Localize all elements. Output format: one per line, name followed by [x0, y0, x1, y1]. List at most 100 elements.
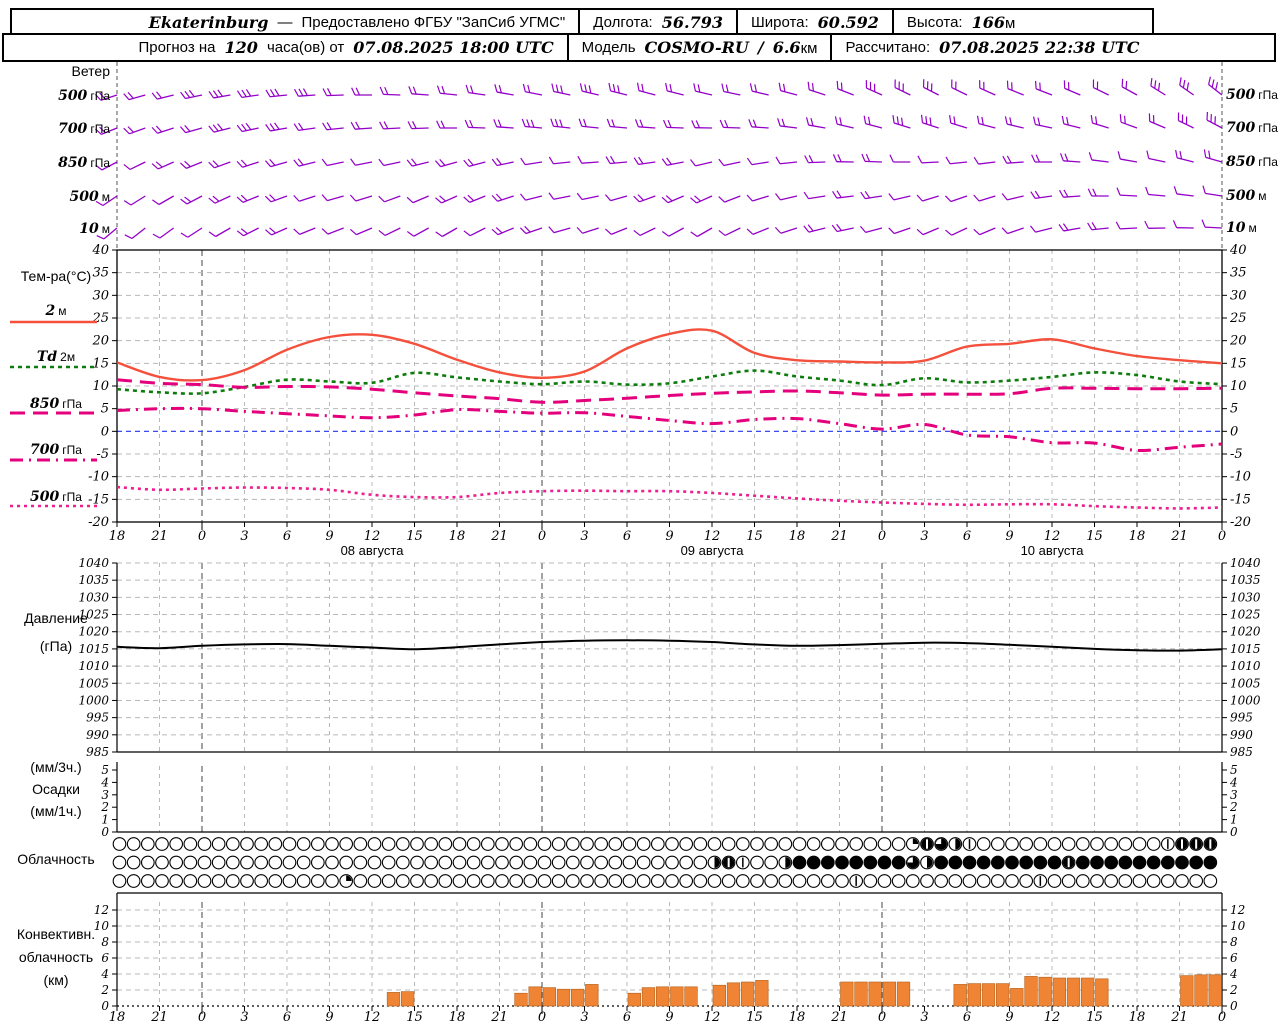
svg-text:18: 18: [789, 1010, 806, 1024]
convective-bar: [1194, 974, 1208, 1007]
svg-text:3: 3: [580, 1010, 588, 1024]
series-500 гПа: [116, 485, 1223, 510]
svg-text:3: 3: [920, 1010, 928, 1024]
svg-text:0: 0: [878, 1010, 886, 1024]
svg-text:-10: -10: [1230, 470, 1251, 485]
svg-text:1010: 1010: [78, 659, 109, 673]
svg-text:1025: 1025: [1230, 608, 1261, 622]
svg-text:12: 12: [1044, 529, 1061, 544]
wind-level-unit: гПа: [1258, 155, 1278, 169]
convective-bar: [514, 992, 528, 1007]
svg-text:6: 6: [1230, 951, 1238, 965]
wind-level-label-500hpa-right: 500 гПа: [1226, 87, 1280, 103]
svg-text:21: 21: [150, 529, 168, 544]
svg-text:08 августа: 08 августа: [341, 543, 405, 558]
svg-text:9: 9: [665, 1010, 673, 1024]
convective-panel-unit: (км): [43, 972, 69, 988]
svg-text:21: 21: [490, 529, 508, 544]
svg-text:10: 10: [1230, 919, 1246, 933]
wind-level-num: 10: [1226, 220, 1246, 236]
precip-panel-title: Осадки: [32, 781, 80, 797]
svg-text:6: 6: [963, 1010, 971, 1024]
svg-text:0: 0: [1230, 999, 1238, 1013]
model-res-wrap: 6.6 км: [773, 38, 818, 57]
svg-text:6: 6: [623, 529, 631, 544]
svg-text:1035: 1035: [78, 573, 109, 587]
svg-text:0: 0: [1218, 529, 1226, 544]
svg-text:30: 30: [1230, 288, 1247, 303]
convective-bar: [1052, 977, 1066, 1007]
legend-num: 850: [30, 396, 60, 412]
svg-text:35: 35: [1230, 266, 1247, 281]
wind-level-label-700hpa-left: 700 гПа: [0, 120, 110, 137]
svg-text:0: 0: [1230, 424, 1238, 439]
station-name: Ekaterinburg: [148, 13, 269, 32]
svg-text:0: 0: [1230, 825, 1238, 839]
svg-text:12: 12: [364, 1010, 381, 1024]
legend-unit: гПа: [62, 443, 82, 457]
cloud-panel-title: Облачность: [17, 851, 95, 867]
wind-level-unit: м: [101, 222, 110, 236]
svg-text:1030: 1030: [1230, 590, 1261, 604]
header-separator: [566, 35, 569, 60]
svg-text:1020: 1020: [78, 625, 109, 639]
svg-text:12: 12: [1230, 903, 1245, 917]
wind-panel-title: Ветер: [71, 63, 111, 79]
svg-text:40: 40: [1229, 243, 1247, 258]
meteogram-chart: 40 4035 3530 3025 2520 2015 1510 105 50 0-5 -5-10-…: [10, 62, 1261, 1024]
series-Td 2м: [116, 369, 1223, 395]
legend-num: 500: [30, 489, 60, 505]
altitude-value: 166: [971, 13, 1005, 32]
latitude-label: Широта:: [750, 14, 809, 31]
svg-text:995: 995: [1230, 711, 1253, 725]
convective-bar: [542, 987, 556, 1007]
svg-text:15: 15: [406, 529, 423, 544]
header-forecast-line: Прогноз на 120 часа(ов) от 07.08.2025 18…: [2, 33, 1276, 62]
svg-text:40: 40: [91, 243, 109, 258]
svg-text:12: 12: [364, 529, 381, 544]
svg-text:20: 20: [1229, 334, 1247, 349]
svg-text:990: 990: [1230, 728, 1253, 742]
svg-text:18: 18: [449, 529, 466, 544]
header-separator: [830, 35, 833, 60]
wind-level-num: 700: [1226, 120, 1256, 136]
svg-text:0: 0: [538, 1010, 546, 1024]
svg-text:990: 990: [86, 728, 109, 742]
wind-level-num: 10: [79, 221, 99, 237]
legend-label-t2m: 2м: [0, 302, 112, 319]
svg-text:-20: -20: [1230, 515, 1251, 530]
wind-level-unit: м: [1258, 189, 1267, 203]
svg-text:20: 20: [91, 334, 109, 349]
convective-bar: [882, 981, 896, 1007]
wind-level-label-850hpa-right: 850 гПа: [1226, 154, 1280, 170]
convective-bar: [996, 983, 1010, 1007]
temperature-panel-title: Тем-ра(°C): [20, 268, 92, 284]
svg-text:12: 12: [94, 903, 109, 917]
svg-text:10 августа: 10 августа: [1021, 543, 1085, 558]
svg-text:18: 18: [109, 1010, 126, 1024]
meteogram-page: 40 40 35 35 30 30 25 25 20 20 15 15 10 10 5 5 0 0 -5 -5 -10-…: [0, 0, 1280, 1024]
wind-level-unit: м: [1248, 221, 1257, 235]
calculated-time: 07.08.2025 22:38 UTC: [939, 38, 1140, 57]
wind-level-label-500m-right: 500 м: [1226, 188, 1280, 204]
convective-bar: [528, 986, 542, 1007]
svg-text:1015: 1015: [1230, 642, 1261, 656]
svg-text:4: 4: [1229, 967, 1238, 981]
legend-num: Td: [36, 349, 58, 365]
wind-level-num: 500: [1226, 87, 1256, 103]
convective-bar: [656, 986, 670, 1007]
legend-unit: гПа: [62, 397, 82, 411]
legend-label-700hpa: 700 гПа: [0, 441, 112, 458]
longitude-label: Долгота:: [593, 14, 653, 31]
latitude-value: 60.592: [817, 13, 879, 32]
convective-bar: [726, 982, 741, 1007]
header-separator: [735, 10, 738, 35]
convective-bar: [712, 984, 726, 1007]
forecast-hours: 120: [224, 38, 258, 57]
svg-text:2: 2: [1229, 983, 1238, 997]
svg-text:0: 0: [1218, 1010, 1226, 1024]
wind-level-unit: гПа: [90, 156, 110, 170]
wind-level-num: 850: [1226, 154, 1256, 170]
model-resolution-unit: км: [800, 40, 818, 57]
svg-text:15: 15: [746, 529, 763, 544]
